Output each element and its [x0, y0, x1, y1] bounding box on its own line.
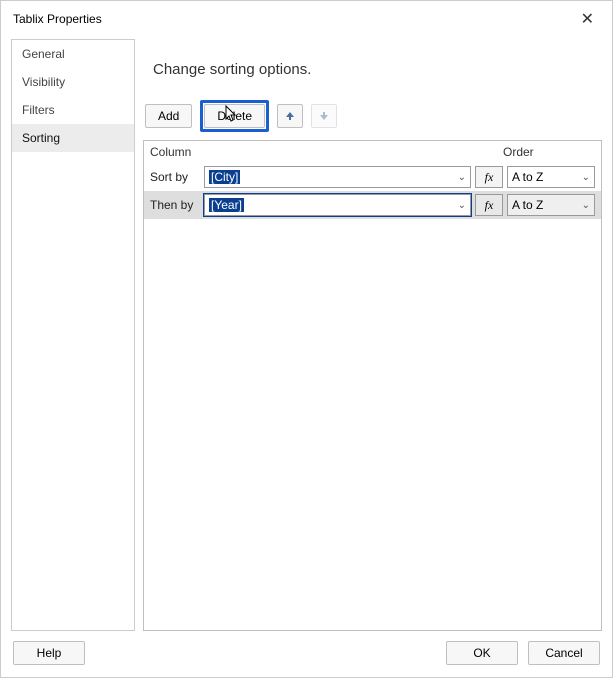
arrow-down-icon — [319, 111, 329, 121]
add-button[interactable]: Add — [145, 104, 192, 128]
titlebar: Tablix Properties ✕ — [1, 1, 612, 35]
sort-row[interactable]: Then by [Year] ⌄ fx A to Z ⌄ — [144, 191, 601, 219]
dialog: Tablix Properties ✕ General Visibility F… — [0, 0, 613, 678]
page-heading: Change sorting options. — [143, 39, 602, 100]
sort-order-combo[interactable]: A to Z ⌄ — [507, 166, 595, 188]
delete-highlight: Delete — [200, 100, 269, 132]
column-header: Column — [150, 145, 469, 159]
delete-button[interactable]: Delete — [204, 104, 265, 128]
main-panel: Change sorting options. Add Delete — [143, 39, 602, 631]
chevron-down-icon: ⌄ — [458, 200, 466, 211]
cancel-button[interactable]: Cancel — [528, 641, 600, 665]
sidebar-item-label: Sorting — [22, 131, 60, 145]
chevron-down-icon: ⌄ — [582, 172, 590, 183]
toolbar: Add Delete — [143, 100, 602, 140]
order-value: A to Z — [512, 170, 543, 184]
sidebar-item-filters[interactable]: Filters — [12, 96, 134, 124]
move-down-button[interactable] — [311, 104, 337, 128]
dialog-footer: Help OK Cancel — [1, 631, 612, 677]
grid-header: Column Order — [144, 141, 601, 163]
dialog-body: General Visibility Filters Sorting Chang… — [1, 35, 612, 631]
sidebar-item-general[interactable]: General — [12, 40, 134, 68]
close-icon[interactable]: ✕ — [575, 9, 600, 29]
sort-grid: Column Order Sort by [City] ⌄ fx A to Z … — [143, 140, 602, 631]
expression-button[interactable]: fx — [475, 194, 503, 216]
move-up-button[interactable] — [277, 104, 303, 128]
arrow-up-icon — [285, 111, 295, 121]
combo-value: [City] — [209, 170, 240, 184]
fx-header — [469, 145, 503, 159]
chevron-down-icon: ⌄ — [582, 200, 590, 211]
row-label: Then by — [150, 198, 200, 212]
sidebar-item-label: General — [22, 47, 65, 61]
sidebar-item-sorting[interactable]: Sorting — [12, 124, 134, 152]
sort-column-combo[interactable]: [Year] ⌄ — [204, 194, 471, 216]
help-button[interactable]: Help — [13, 641, 85, 665]
sort-column-combo[interactable]: [City] ⌄ — [204, 166, 471, 188]
expression-button[interactable]: fx — [475, 166, 503, 188]
sidebar: General Visibility Filters Sorting — [11, 39, 135, 631]
ok-button[interactable]: OK — [446, 641, 518, 665]
chevron-down-icon: ⌄ — [458, 172, 466, 183]
dialog-title: Tablix Properties — [13, 12, 102, 26]
order-header: Order — [503, 145, 595, 159]
sort-row[interactable]: Sort by [City] ⌄ fx A to Z ⌄ — [144, 163, 601, 191]
sidebar-item-visibility[interactable]: Visibility — [12, 68, 134, 96]
combo-value: [Year] — [209, 198, 244, 212]
order-value: A to Z — [512, 198, 543, 212]
sidebar-item-label: Visibility — [22, 75, 65, 89]
row-label: Sort by — [150, 170, 200, 184]
sidebar-item-label: Filters — [22, 103, 55, 117]
sort-order-combo[interactable]: A to Z ⌄ — [507, 194, 595, 216]
